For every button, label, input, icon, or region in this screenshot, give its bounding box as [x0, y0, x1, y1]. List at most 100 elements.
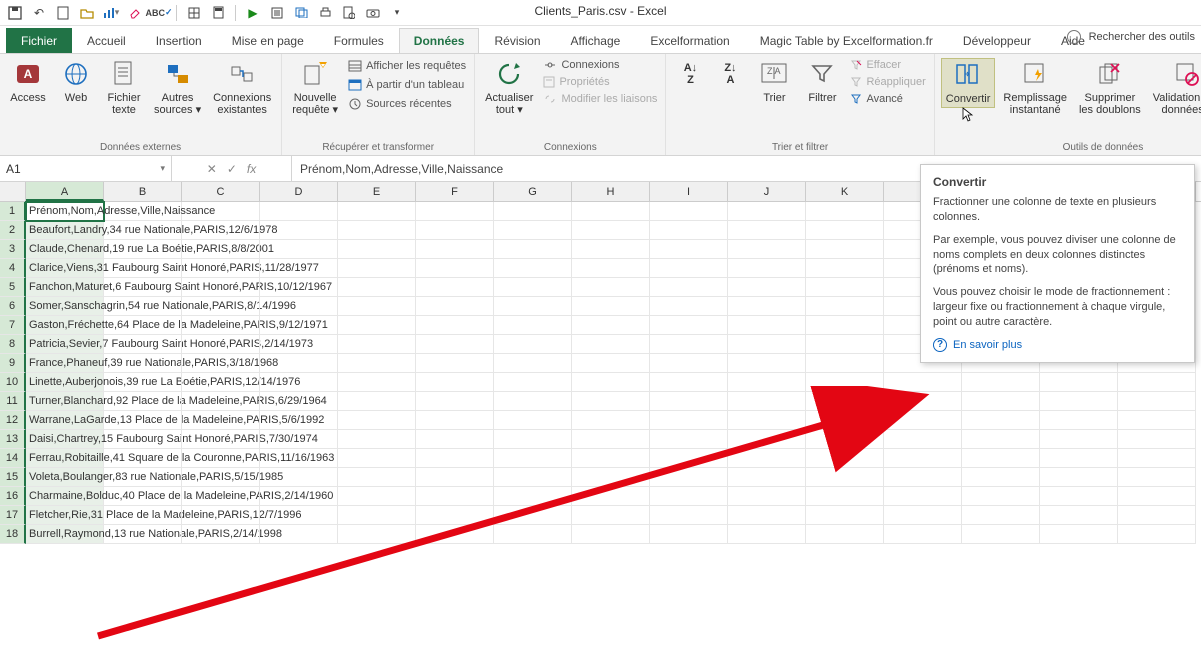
- cell[interactable]: [494, 392, 572, 411]
- print-preview-icon[interactable]: [340, 4, 358, 22]
- cell[interactable]: [1040, 468, 1118, 487]
- from-access-button[interactable]: AAccess: [6, 58, 50, 106]
- column-header[interactable]: K: [806, 182, 884, 201]
- cell[interactable]: [572, 278, 650, 297]
- tell-me-search[interactable]: Rechercher des outils: [1089, 31, 1195, 43]
- cell[interactable]: [1040, 506, 1118, 525]
- cell[interactable]: [182, 487, 260, 506]
- fx-icon[interactable]: fx: [247, 162, 256, 176]
- cell[interactable]: [806, 259, 884, 278]
- cell[interactable]: [416, 278, 494, 297]
- cell[interactable]: [182, 316, 260, 335]
- cell[interactable]: [650, 259, 728, 278]
- cell[interactable]: [728, 411, 806, 430]
- cell[interactable]: [494, 354, 572, 373]
- cell[interactable]: [728, 316, 806, 335]
- row-header[interactable]: 14: [0, 449, 26, 468]
- cell[interactable]: [104, 297, 182, 316]
- cell[interactable]: [650, 487, 728, 506]
- cell[interactable]: [416, 202, 494, 221]
- cell[interactable]: [338, 506, 416, 525]
- cell[interactable]: [728, 240, 806, 259]
- cell[interactable]: [338, 316, 416, 335]
- cell[interactable]: [806, 240, 884, 259]
- cell[interactable]: [182, 354, 260, 373]
- row-header[interactable]: 3: [0, 240, 26, 259]
- cell[interactable]: [104, 430, 182, 449]
- cell[interactable]: [338, 392, 416, 411]
- cell[interactable]: [728, 430, 806, 449]
- flash-fill-button[interactable]: Remplissage instantané: [999, 58, 1071, 118]
- cell[interactable]: [338, 278, 416, 297]
- cell[interactable]: [494, 430, 572, 449]
- cell[interactable]: [806, 468, 884, 487]
- cell[interactable]: [182, 202, 260, 221]
- new-icon[interactable]: [54, 4, 72, 22]
- column-header[interactable]: C: [182, 182, 260, 201]
- cell[interactable]: [1118, 525, 1196, 544]
- text-to-columns-button[interactable]: Convertir: [941, 58, 996, 108]
- column-header[interactable]: A: [26, 182, 104, 201]
- cell[interactable]: [104, 392, 182, 411]
- cell[interactable]: [650, 240, 728, 259]
- cell[interactable]: [728, 335, 806, 354]
- borders-icon[interactable]: [185, 4, 203, 22]
- cell[interactable]: [494, 487, 572, 506]
- row-header[interactable]: 13: [0, 430, 26, 449]
- show-queries-button[interactable]: Afficher les requêtes: [346, 58, 468, 74]
- cell[interactable]: [572, 373, 650, 392]
- tab-affichage[interactable]: Affichage: [556, 28, 636, 53]
- cell[interactable]: [728, 221, 806, 240]
- cell[interactable]: [650, 525, 728, 544]
- column-header[interactable]: D: [260, 182, 338, 201]
- cell[interactable]: [1118, 506, 1196, 525]
- cell[interactable]: [260, 259, 338, 278]
- undo-icon[interactable]: ↶: [30, 4, 48, 22]
- spellcheck-icon[interactable]: ABC✓: [150, 4, 168, 22]
- row-header[interactable]: 12: [0, 411, 26, 430]
- cell[interactable]: [494, 221, 572, 240]
- cell[interactable]: [260, 202, 338, 221]
- save-icon[interactable]: [6, 4, 24, 22]
- tab-revision[interactable]: Révision: [479, 28, 555, 53]
- cell[interactable]: [884, 468, 962, 487]
- cell[interactable]: [806, 297, 884, 316]
- recent-sources-button[interactable]: Sources récentes: [346, 96, 468, 112]
- cell[interactable]: [104, 240, 182, 259]
- row-header[interactable]: 17: [0, 506, 26, 525]
- tab-mise-en-page[interactable]: Mise en page: [217, 28, 319, 53]
- row-header[interactable]: 16: [0, 487, 26, 506]
- cell[interactable]: Turner,Blanchard,92 Place de la Madelein…: [26, 392, 104, 411]
- calculator-icon[interactable]: [209, 4, 227, 22]
- cell[interactable]: [1118, 468, 1196, 487]
- cell[interactable]: [416, 354, 494, 373]
- column-header[interactable]: I: [650, 182, 728, 201]
- cell[interactable]: [260, 506, 338, 525]
- cell[interactable]: [650, 278, 728, 297]
- from-text-button[interactable]: Fichier texte: [102, 58, 146, 118]
- cell[interactable]: [1118, 373, 1196, 392]
- cell[interactable]: [572, 506, 650, 525]
- cell[interactable]: [260, 525, 338, 544]
- row-header[interactable]: 4: [0, 259, 26, 278]
- sort-za-button[interactable]: Z↓A: [712, 58, 748, 92]
- cell[interactable]: [260, 335, 338, 354]
- column-header[interactable]: B: [104, 182, 182, 201]
- cell[interactable]: Prénom,Nom,Adresse,Ville,Naissance: [26, 202, 104, 221]
- cell[interactable]: [338, 259, 416, 278]
- overflow-icon[interactable]: ▾: [388, 4, 406, 22]
- cell[interactable]: [650, 316, 728, 335]
- cell[interactable]: [884, 373, 962, 392]
- refresh-all-button[interactable]: Actualiser tout ▾: [481, 58, 537, 118]
- cell[interactable]: [650, 506, 728, 525]
- cell[interactable]: [416, 373, 494, 392]
- cell[interactable]: [728, 506, 806, 525]
- cell[interactable]: [728, 487, 806, 506]
- cell[interactable]: [962, 411, 1040, 430]
- existing-connections-button[interactable]: Connexions existantes: [209, 58, 275, 118]
- cell[interactable]: [728, 525, 806, 544]
- tab-developpeur[interactable]: Développeur: [948, 28, 1046, 53]
- cell[interactable]: [572, 297, 650, 316]
- remove-duplicates-button[interactable]: Supprimer les doublons: [1075, 58, 1145, 118]
- cell[interactable]: Fanchon,Maturet,6 Faubourg Saint Honoré,…: [26, 278, 104, 297]
